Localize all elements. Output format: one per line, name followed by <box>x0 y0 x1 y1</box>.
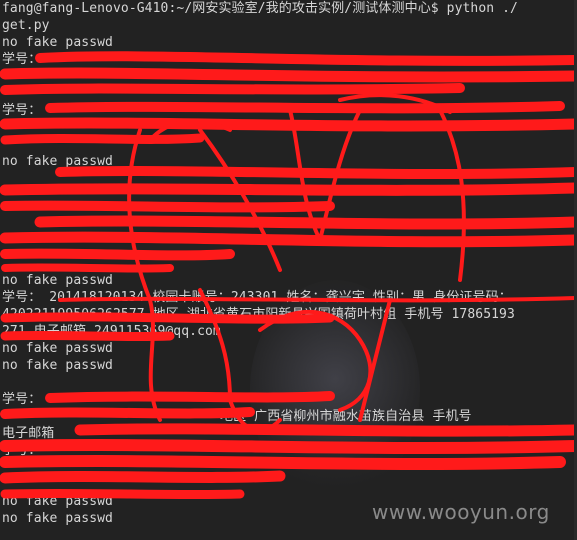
output-student-prefix: 学号： <box>2 443 42 458</box>
output-no-fake: no fake passwd <box>2 35 113 50</box>
terminal-window[interactable]: fang@fang-Lenovo-G410:~/网安实验室/我的攻击实例/测试体… <box>0 0 577 540</box>
output-no-fake: no fake passwd <box>2 358 113 373</box>
watermark-text: www.wooyun.org <box>372 500 550 524</box>
output-student-prefix: 学号： <box>2 103 42 118</box>
prompt-line-cont: get.py <box>2 18 50 33</box>
output-record-line: 420221199506262577 地区 湖北省黄石市阳新县兴国镇荷叶村组 手… <box>2 307 515 322</box>
output-no-fake: no fake passwd <box>2 341 113 356</box>
prompt-line: fang@fang-Lenovo-G410:~/网安实验室/我的攻击实例/测试体… <box>2 1 518 16</box>
output-partial-line: 地区 广西省柳州市融水苗族自治县 手机号 <box>220 409 472 424</box>
output-no-fake: no fake passwd <box>2 154 113 169</box>
output-student-prefix: 学号： <box>2 52 42 67</box>
output-student-prefix: 学号： <box>2 392 42 407</box>
output-record-line: 271 电子邮箱 249115369@qq.com <box>2 324 221 339</box>
output-no-fake: no fake passwd <box>2 511 113 526</box>
output-email-label: 电子邮箱 <box>2 426 55 441</box>
output-no-fake: no fake passwd <box>2 494 113 509</box>
output-record-line: 学号： 201418120134 校园卡账号：243301 姓名：龚兴宇 性别：… <box>2 290 512 305</box>
output-no-fake: no fake passwd <box>2 273 113 288</box>
